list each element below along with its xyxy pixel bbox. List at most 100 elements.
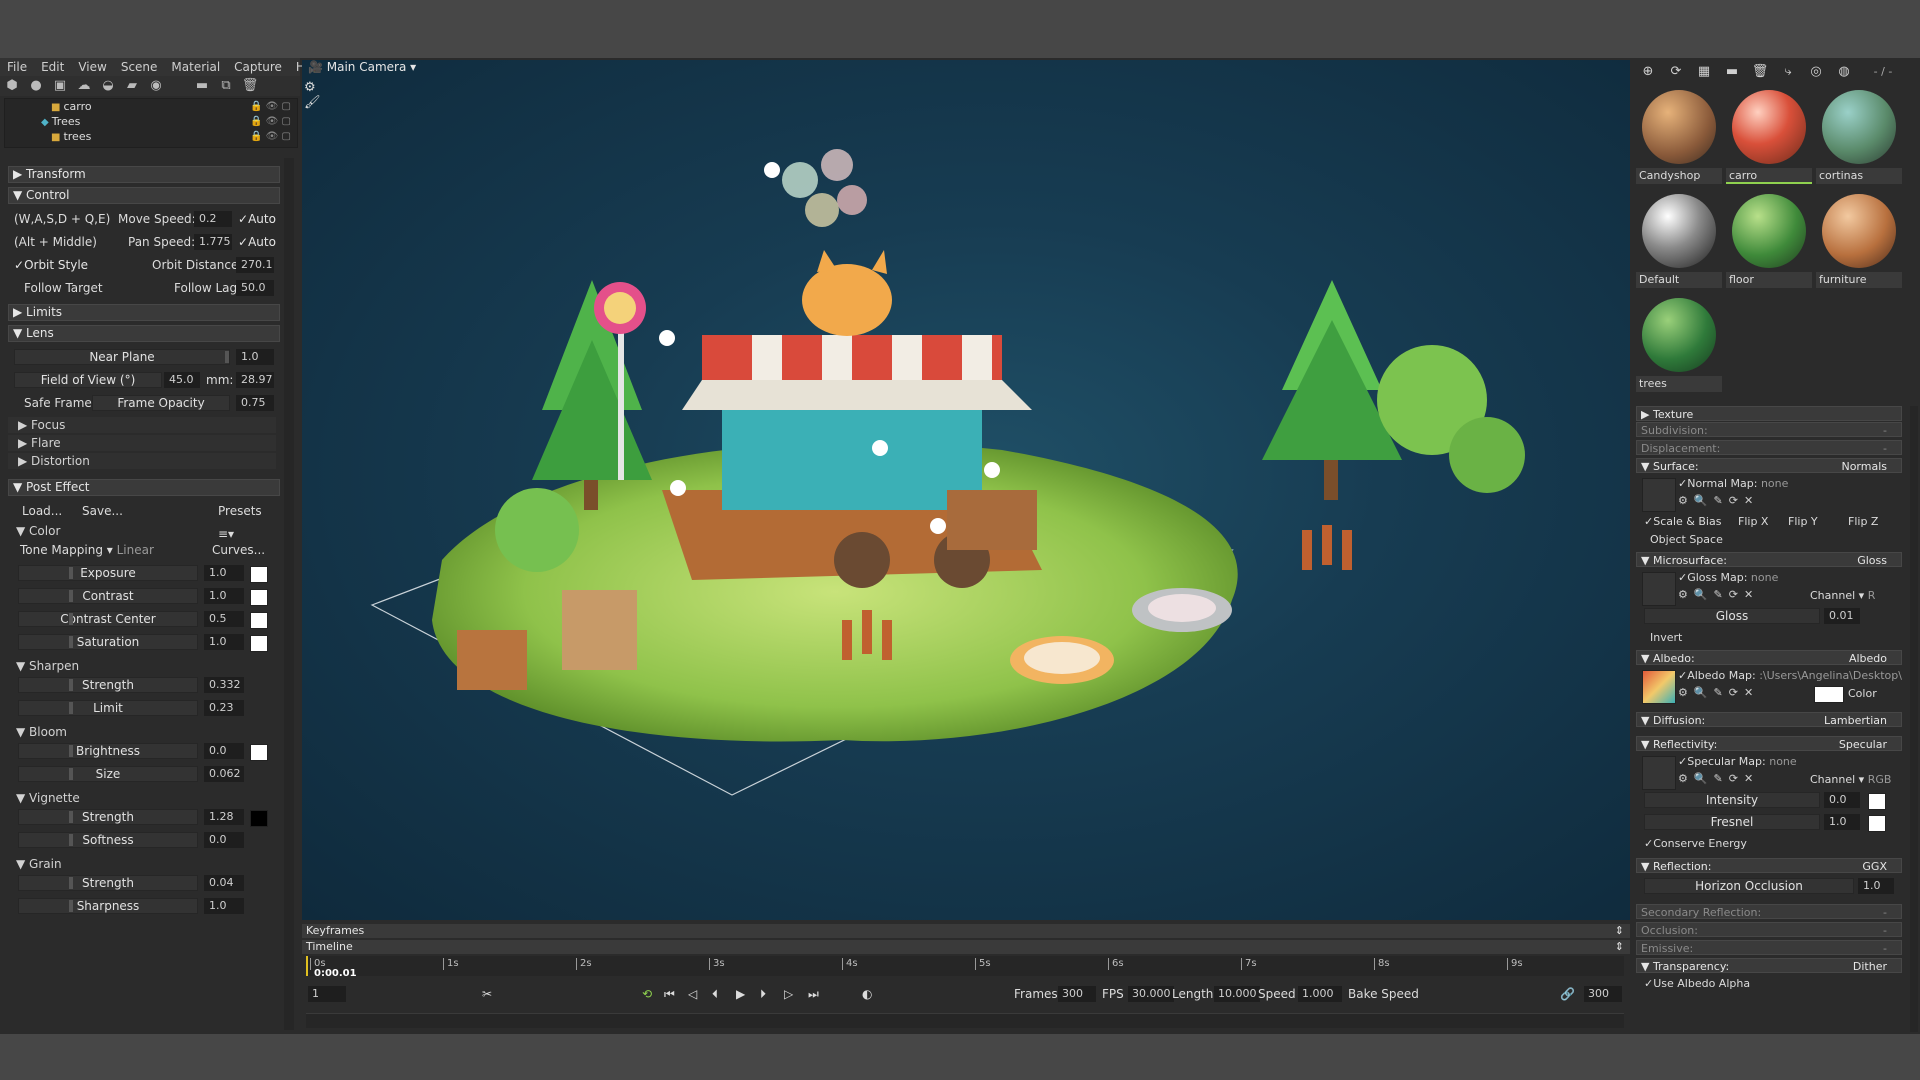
map-tools-icon[interactable]: ⚙🔍✎⟳✕ xyxy=(1678,494,1759,507)
menu-edit[interactable]: Edit xyxy=(34,58,71,76)
channel-dropdown[interactable]: Channel ▾ R xyxy=(1810,588,1875,604)
follow-target-checkbox[interactable]: Follow Target xyxy=(24,277,103,300)
value-field[interactable]: 0.0 xyxy=(204,832,244,848)
section-microsurface[interactable]: ▼ Microsurface: Gloss xyxy=(1636,552,1902,567)
color-swatch[interactable] xyxy=(250,635,268,652)
add-camera-icon[interactable]: ▣ xyxy=(48,76,72,96)
fps-field[interactable]: 30.000 xyxy=(1128,986,1174,1002)
mm-field[interactable]: 28.97 xyxy=(236,372,274,388)
value-slider[interactable]: Size xyxy=(18,766,198,782)
value-slider[interactable]: Strength xyxy=(18,875,198,891)
menu-view[interactable]: View xyxy=(71,58,113,76)
section-value[interactable]: Specular xyxy=(1839,737,1887,752)
time-ruler[interactable]: 0s 1s 2s 3s 4s 5s 6s 7s 8s 9s 0:00.01 xyxy=(306,956,1624,979)
normal-map-thumb[interactable] xyxy=(1642,478,1676,512)
color-swatch[interactable] xyxy=(250,612,268,629)
normal-map-row[interactable]: ✓Normal Map: none xyxy=(1678,476,1788,492)
value-field[interactable]: 1.0 xyxy=(204,898,244,914)
tree-item-trees[interactable]: ■ trees 🔒 👁 ▢ xyxy=(5,129,297,144)
pick-icon[interactable]: ⤷ xyxy=(1774,64,1802,79)
end-frame-field[interactable]: 300 xyxy=(1584,986,1622,1002)
add-material-icon[interactable]: ⊕ xyxy=(1634,64,1662,79)
albedo-map-thumb[interactable] xyxy=(1642,670,1676,704)
menu-material[interactable]: Material xyxy=(164,58,227,76)
slider-knob[interactable] xyxy=(69,768,73,780)
folder-icon[interactable]: ▬ xyxy=(1718,64,1746,79)
section-flare[interactable]: ▶ Flare xyxy=(8,435,276,451)
frames-field[interactable]: 300 xyxy=(1058,986,1096,1002)
section-bloom[interactable]: ▼ Bloom xyxy=(4,724,280,740)
near-plane-slider[interactable]: Near Plane xyxy=(14,349,230,365)
slider-knob[interactable] xyxy=(69,702,73,714)
section-transparency[interactable]: ▼ Transparency: Dither xyxy=(1636,958,1902,973)
follow-lag-field[interactable]: 50.0 xyxy=(236,280,274,296)
color-swatch[interactable] xyxy=(250,810,268,827)
tree-item-carro[interactable]: ■ carro 🔒 👁 ▢ xyxy=(5,99,297,114)
specular-map-thumb[interactable] xyxy=(1642,756,1676,790)
pan-speed-field[interactable]: 1.775 xyxy=(194,234,232,250)
safe-frame-checkbox[interactable]: Safe Frame xyxy=(24,392,92,415)
frame-opacity-field[interactable]: 0.75 xyxy=(236,395,274,411)
value-slider[interactable]: Strength xyxy=(18,677,198,693)
step-back-icon[interactable]: ◁ xyxy=(688,983,697,1005)
material-tile[interactable]: furniture xyxy=(1816,192,1902,288)
section-grain[interactable]: ▼ Grain xyxy=(4,856,280,872)
color-swatch[interactable] xyxy=(250,589,268,606)
playhead[interactable] xyxy=(306,956,308,976)
slider-knob[interactable] xyxy=(69,877,73,889)
fresnel-color-swatch[interactable] xyxy=(1868,815,1886,832)
trash-icon[interactable]: 🗑 xyxy=(1746,64,1774,79)
bake-speed-button[interactable]: Bake Speed xyxy=(1348,983,1419,1005)
menu-file[interactable]: File xyxy=(0,58,34,76)
right-scrollbar[interactable] xyxy=(1910,406,1918,1032)
section-displacement[interactable]: Displacement: - xyxy=(1636,440,1902,455)
section-occlusion[interactable]: Occlusion: - xyxy=(1636,922,1902,937)
value-slider[interactable]: Contrast Center xyxy=(18,611,198,627)
expand-icon[interactable]: ⇕ xyxy=(1615,924,1624,938)
slider-knob[interactable] xyxy=(69,567,73,579)
visibility-icon[interactable]: 🔒 👁 ▢ xyxy=(250,129,291,144)
brush-icon[interactable]: 🖌 xyxy=(304,95,321,110)
orbit-distance-field[interactable]: 270.1 xyxy=(236,257,274,273)
settings-icon[interactable]: ⚙ xyxy=(304,80,321,95)
speed-icon[interactable]: ◐ xyxy=(862,983,872,1005)
speed-field[interactable]: 1.000 xyxy=(1298,986,1342,1002)
value-field[interactable]: 0.0 xyxy=(204,743,244,759)
horizon-occlusion-slider[interactable]: Horizon Occlusion xyxy=(1644,878,1854,894)
map-tools-icon[interactable]: ⚙🔍✎⟳✕ xyxy=(1678,686,1759,699)
section-control[interactable]: ▼ Control xyxy=(8,187,280,204)
value-field[interactable]: 0.332 xyxy=(204,677,244,693)
slider-knob[interactable] xyxy=(69,636,73,648)
section-value[interactable]: Gloss xyxy=(1857,553,1887,568)
map-tools-icon[interactable]: ⚙🔍✎⟳✕ xyxy=(1678,772,1759,785)
material-tile[interactable]: trees xyxy=(1636,296,1722,392)
section-distortion[interactable]: ▶ Distortion xyxy=(8,453,276,469)
material-tile[interactable]: floor xyxy=(1726,192,1812,288)
slider-knob[interactable] xyxy=(69,613,73,625)
duplicate-icon[interactable]: ⧉ xyxy=(214,76,238,96)
slider-knob[interactable] xyxy=(69,811,73,823)
value-field[interactable]: 0.062 xyxy=(204,766,244,782)
value-slider[interactable]: Brightness xyxy=(18,743,198,759)
slider-knob[interactable] xyxy=(225,351,229,363)
material-tile[interactable]: Default xyxy=(1636,192,1722,288)
value-field[interactable]: 1.28 xyxy=(204,809,244,825)
3d-viewport[interactable] xyxy=(302,60,1630,920)
flip-x-checkbox[interactable]: Flip X xyxy=(1738,514,1768,530)
add-light-icon[interactable]: ● xyxy=(24,76,48,96)
section-albedo[interactable]: ▼ Albedo: Albedo xyxy=(1636,650,1902,665)
move-speed-field[interactable]: 0.2 xyxy=(194,211,232,227)
conserve-energy-checkbox[interactable]: ✓Conserve Energy xyxy=(1644,836,1747,852)
section-diffusion[interactable]: ▼ Diffusion: Lambertian xyxy=(1636,712,1902,727)
intensity-slider[interactable]: Intensity xyxy=(1644,792,1820,808)
specular-map-row[interactable]: ✓Specular Map: none xyxy=(1678,754,1797,770)
slider-knob[interactable] xyxy=(69,745,73,757)
fresnel-slider[interactable]: Fresnel xyxy=(1644,814,1820,830)
slider-knob[interactable] xyxy=(69,900,73,912)
timeline-bar[interactable]: Timeline ⇕ xyxy=(302,940,1630,954)
slider-knob[interactable] xyxy=(69,590,73,602)
sphere-icon[interactable]: ◍ xyxy=(1830,64,1858,79)
section-value[interactable]: Albedo xyxy=(1849,651,1887,666)
add-shadow-icon[interactable]: ◒ xyxy=(96,76,120,96)
specular-color-swatch[interactable] xyxy=(1868,793,1886,810)
